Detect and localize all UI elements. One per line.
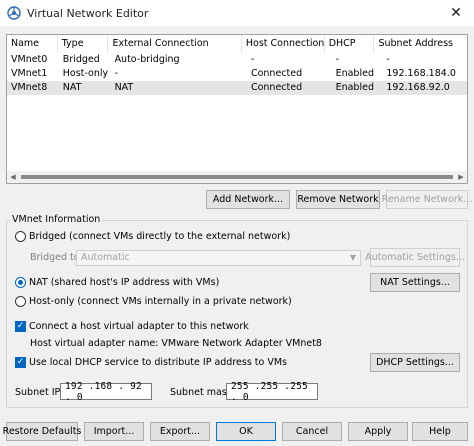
column-header-name[interactable]: Name [7,35,58,53]
bridged-to-label: Bridged to: [30,252,83,263]
bridged-to-value: Automatic [81,252,130,263]
ok-button[interactable]: OK [216,422,276,441]
column-header-subnet-address[interactable]: Subnet Address [374,35,467,53]
cell-subnet-address: 192.168.92.0 [386,82,450,93]
connect-adapter-label: Connect a host virtual adapter to this n… [29,321,249,332]
table-row[interactable]: VMnet1 Host-only - Connected Enabled 192… [7,67,467,81]
network-app-icon [7,6,21,20]
cell-host-connection: Connected [250,82,303,93]
cell-host-connection: - [250,54,255,65]
adapter-name-label: Host virtual adapter name: VMware Networ… [30,338,322,349]
column-header-type[interactable]: Type [58,35,109,53]
cell-type: Bridged [62,54,100,65]
bridged-label: Bridged (connect VMs directly to the ext… [29,231,291,242]
cell-dhcp: Enabled [335,68,374,79]
cancel-button[interactable]: Cancel [282,422,342,441]
add-network-button[interactable]: Add Network... [206,190,290,209]
dhcp-label: Use local DHCP service to distribute IP … [29,357,287,368]
dhcp-settings-button[interactable]: DHCP Settings... [370,353,460,372]
horizontal-scrollbar[interactable]: ◀ ▶ [7,171,467,183]
remove-network-button[interactable]: Remove Network [296,190,380,209]
cell-external-connection: Auto-bridging [114,54,180,65]
cell-dhcp: Enabled [335,82,374,93]
cell-name: VMnet0 [11,54,48,65]
cell-external-connection: - [114,68,118,79]
subnet-ip-field[interactable]: 192 .168 . 92 . 0 [60,381,152,403]
table-header: Name Type External Connection Host Conne… [7,35,467,53]
column-header-host-connection[interactable]: Host Connection [242,35,325,53]
table-row-selected[interactable]: VMnet8 NAT NAT Connected Enabled 192.168… [7,81,467,95]
nat-label: NAT (shared host's IP address with VMs) [29,277,220,288]
network-table[interactable]: Name Type External Connection Host Conne… [6,34,468,184]
scroll-left-icon[interactable]: ◀ [7,171,19,183]
connect-adapter-checkbox[interactable]: ✓ [15,321,26,332]
cell-host-connection: Connected [250,68,303,79]
restore-defaults-button[interactable]: Restore Defaults [3,422,81,441]
scrollbar-thumb[interactable] [21,175,453,179]
cell-dhcp: - [335,54,340,65]
rename-network-button[interactable]: Rename Network... [382,190,472,209]
table-row[interactable]: VMnet0 Bridged Auto-bridging - - - [7,53,467,67]
cell-type: Host-only [62,68,109,79]
automatic-settings-button[interactable]: Automatic Settings... [365,248,465,267]
host-only-label: Host-only (connect VMs internally in a p… [29,296,292,307]
nat-settings-button[interactable]: NAT Settings... [370,273,460,292]
subnet-ip-label: Subnet IP: [15,387,64,398]
bridged-to-select[interactable]: Automatic ▼ [76,250,361,266]
title-bar: Virtual Network Editor ✕ [0,0,474,26]
host-only-radio[interactable] [15,296,26,307]
chevron-down-icon: ▼ [349,253,356,262]
cell-name: VMnet8 [11,82,48,93]
apply-button[interactable]: Apply [348,422,408,441]
column-header-dhcp[interactable]: DHCP [325,35,375,53]
close-icon[interactable]: ✕ [438,0,474,26]
cell-name: VMnet1 [11,68,48,79]
column-header-external-connection[interactable]: External Connection [108,35,242,53]
cell-subnet-address: 192.168.184.0 [386,68,456,79]
cell-type: NAT [62,82,82,93]
group-title: VMnet Information [10,214,103,225]
help-button[interactable]: Help [412,422,468,441]
import-button[interactable]: Import... [84,422,144,441]
window-title: Virtual Network Editor [27,6,149,20]
cell-subnet-address: - [386,54,390,65]
scroll-right-icon[interactable]: ▶ [455,171,467,183]
export-button[interactable]: Export... [150,422,210,441]
cell-external-connection: NAT [114,82,134,93]
nat-radio[interactable] [15,277,26,288]
bridged-radio[interactable] [15,231,26,242]
dhcp-checkbox[interactable]: ✓ [15,357,26,368]
subnet-mask-field[interactable]: 255 .255 .255 . 0 [226,381,318,403]
